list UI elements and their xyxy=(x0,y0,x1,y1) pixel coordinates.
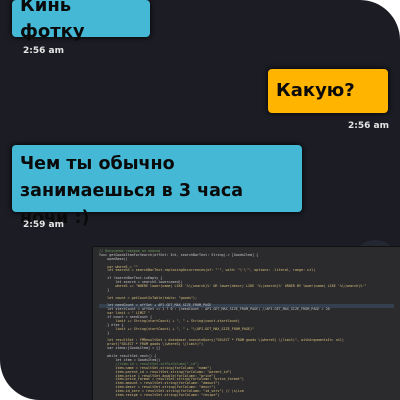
message-time: 2:59 am xyxy=(23,220,64,230)
message-text: Какую? xyxy=(276,80,355,101)
code-line: item.recipe = resultSet.string(forColumn… xyxy=(99,392,220,397)
message-text: Чем ты обычно занимаешься в 3 часа ночи … xyxy=(20,154,244,228)
message-bubble-incoming[interactable]: Кинь фотку xyxy=(12,0,150,42)
message-bubble-outgoing[interactable]: Какую? xyxy=(268,69,388,113)
chat-screen: Кинь фотку 2:56 am Какую? 2:56 am Чем ты… xyxy=(0,0,400,400)
code-screenshot-image[interactable]: // Получение товаров из поиска func getGo… xyxy=(92,246,400,400)
message-text: Кинь фотку xyxy=(20,0,85,42)
code-line: whereS += "WHERE lower(name) LIKE '%\(se… xyxy=(99,284,367,289)
message-bubble-incoming[interactable]: Чем ты обычно занимаешься в 3 часа ночи … xyxy=(12,145,302,228)
message-time: 2:56 am xyxy=(348,121,389,131)
message-time: 2:56 am xyxy=(23,46,64,56)
